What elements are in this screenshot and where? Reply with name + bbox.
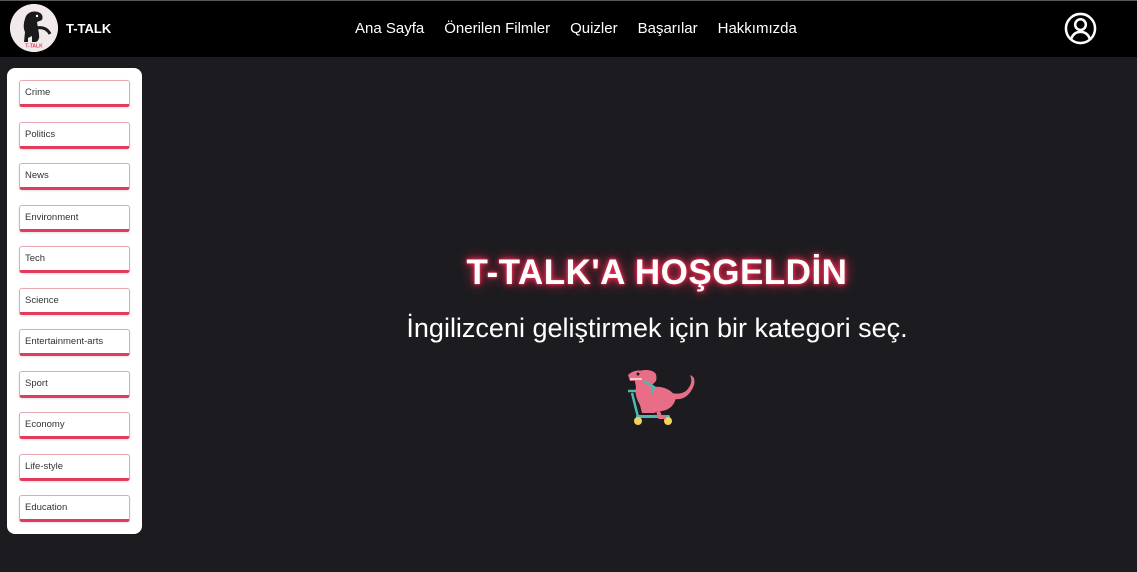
welcome-title: T-TALK'A HOŞGELDİN — [466, 253, 848, 292]
brand[interactable]: T-TALK T-TALK — [10, 4, 111, 52]
nav-home[interactable]: Ana Sayfa — [355, 20, 424, 37]
welcome-hero: T-TALK'A HOŞGELDİN İngilizceni geliştirm… — [142, 57, 1137, 572]
nav-quizzes[interactable]: Quizler — [570, 20, 618, 37]
category-sidebar: Crime Politics News Environment Tech Sci… — [7, 68, 142, 534]
category-button-sport[interactable]: Sport — [19, 370, 130, 398]
brand-name[interactable]: T-TALK — [66, 21, 111, 36]
top-navbar: T-TALK T-TALK Ana Sayfa Önerilen Filmler… — [0, 0, 1137, 57]
category-button-economy[interactable]: Economy — [19, 412, 130, 439]
category-button-crime[interactable]: Crime — [19, 80, 130, 107]
category-button-politics[interactable]: Politics — [19, 121, 130, 149]
category-button-environment[interactable]: Environment — [19, 204, 130, 232]
dinosaur-logo-icon: T-TALK — [10, 4, 58, 52]
category-button-entertainment-arts[interactable]: Entertainment-arts — [19, 329, 130, 356]
user-circle-icon[interactable] — [1064, 12, 1097, 45]
category-button-tech[interactable]: Tech — [19, 246, 130, 273]
logo-caption: T-TALK — [25, 44, 43, 50]
nav-about[interactable]: Hakkımızda — [718, 20, 797, 37]
dinosaur-scooter-icon — [628, 369, 695, 425]
nav-achievements[interactable]: Başarılar — [638, 20, 698, 37]
main-nav: Ana Sayfa Önerilen Filmler Quizler Başar… — [355, 20, 797, 37]
category-button-life-style[interactable]: Life-style — [19, 453, 130, 481]
category-button-news[interactable]: News — [19, 163, 130, 190]
welcome-subtitle: İngilizceni geliştirmek için bir kategor… — [406, 313, 908, 343]
nav-recommended-films[interactable]: Önerilen Filmler — [444, 20, 550, 37]
logo[interactable]: T-TALK — [10, 4, 58, 52]
category-button-science[interactable]: Science — [19, 287, 130, 315]
category-button-education[interactable]: Education — [19, 495, 130, 522]
